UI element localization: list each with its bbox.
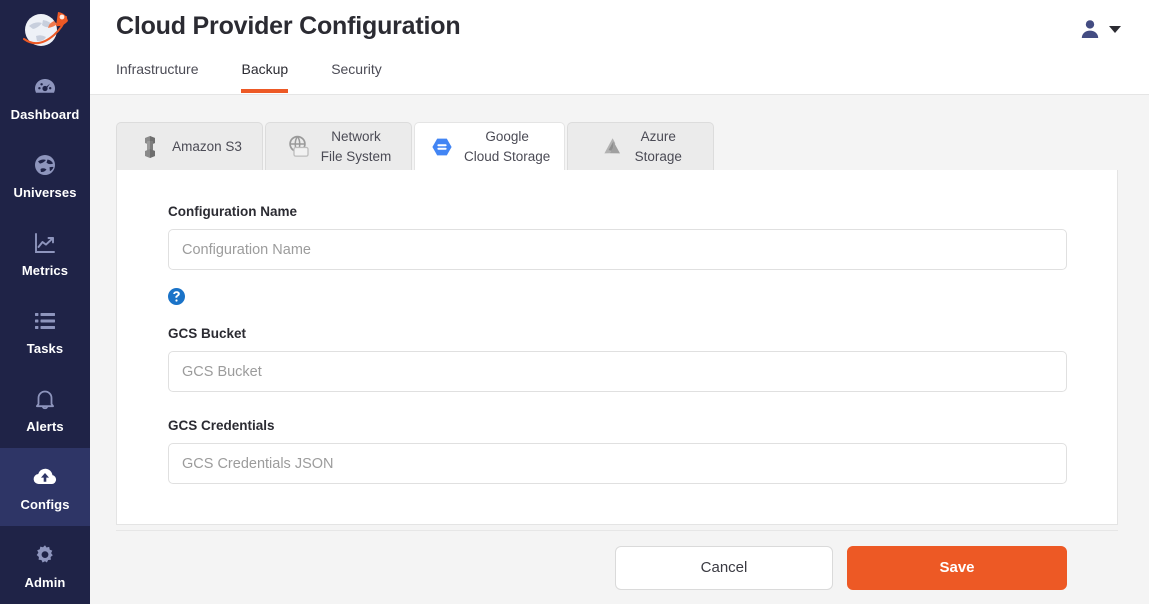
provider-tab-label: Azure Storage: [635, 127, 682, 166]
sidebar-item-label: Universes: [13, 186, 76, 199]
sidebar-item-configs[interactable]: Configs: [0, 448, 90, 526]
provider-tab-label: Network File System: [321, 127, 392, 166]
gcs-bucket-input[interactable]: [168, 351, 1067, 392]
field-gcs-bucket: GCS Bucket: [168, 326, 1066, 392]
chevron-down-icon: [1109, 26, 1121, 33]
configuration-name-input[interactable]: [168, 229, 1067, 270]
app-logo[interactable]: [0, 0, 90, 58]
bell-icon: [31, 385, 59, 413]
configuration-form-card: Configuration Name GCS: [116, 170, 1118, 525]
sidebar-item-universes[interactable]: Universes: [0, 136, 90, 214]
app-root: Dashboard Universes: [0, 0, 1149, 604]
tab-backup[interactable]: Backup: [241, 55, 288, 93]
cancel-button[interactable]: Cancel: [615, 546, 833, 590]
gcs-credentials-input[interactable]: [168, 443, 1067, 484]
list-icon: [31, 307, 59, 335]
provider-tab-network-file-system[interactable]: Network File System: [265, 122, 412, 171]
nfs-icon: [286, 134, 312, 160]
amazon-s3-icon: [137, 134, 163, 160]
sidebar-item-metrics[interactable]: Metrics: [0, 214, 90, 292]
config-panel: Amazon S3 Network: [116, 122, 1118, 525]
gcs-credentials-label: GCS Credentials: [168, 418, 1066, 433]
provider-tab-azure-storage[interactable]: Azure Storage: [567, 122, 714, 171]
sidebar-item-label: Admin: [25, 576, 66, 589]
sidebar-item-label: Tasks: [27, 342, 63, 355]
help-circle-icon[interactable]: [168, 288, 185, 305]
gcs-bucket-label: GCS Bucket: [168, 326, 1066, 341]
user-avatar-icon: [1079, 18, 1101, 40]
tab-security[interactable]: Security: [331, 55, 382, 93]
google-cloud-storage-icon: [429, 134, 455, 160]
tab-infrastructure[interactable]: Infrastructure: [116, 55, 198, 93]
gear-icon: [31, 541, 59, 569]
provider-tabs: Amazon S3 Network: [116, 122, 1118, 171]
page-title: Cloud Provider Configuration: [116, 12, 460, 41]
rocket-globe-logo-icon: [16, 6, 74, 52]
user-menu[interactable]: [1071, 10, 1129, 48]
dashboard-icon: [31, 73, 59, 101]
help-row: [168, 288, 1066, 305]
field-gcs-credentials: GCS Credentials: [168, 418, 1066, 484]
form-footer: Cancel Save: [116, 530, 1118, 604]
configuration-name-label: Configuration Name: [168, 204, 1066, 219]
provider-tab-label: Amazon S3: [172, 137, 242, 157]
sidebar-item-label: Alerts: [26, 420, 63, 433]
globe-icon: [31, 151, 59, 179]
primary-tabs: Infrastructure Backup Security: [116, 55, 425, 93]
provider-tab-google-cloud-storage[interactable]: Google Cloud Storage: [414, 122, 565, 171]
save-button[interactable]: Save: [847, 546, 1067, 590]
sidebar-item-alerts[interactable]: Alerts: [0, 370, 90, 448]
chart-line-icon: [31, 229, 59, 257]
sidebar-item-label: Configs: [20, 498, 69, 511]
provider-tab-label: Google Cloud Storage: [464, 127, 550, 166]
sidebar-item-admin[interactable]: Admin: [0, 526, 90, 604]
provider-tab-amazon-s3[interactable]: Amazon S3: [116, 122, 263, 171]
topbar: Cloud Provider Configuration Infrastruct…: [90, 0, 1149, 95]
cloud-upload-icon: [31, 463, 59, 491]
content-area: Amazon S3 Network: [90, 95, 1149, 530]
field-configuration-name: Configuration Name: [168, 204, 1066, 270]
sidebar-item-tasks[interactable]: Tasks: [0, 292, 90, 370]
sidebar-item-label: Metrics: [22, 264, 68, 277]
main-area: Cloud Provider Configuration Infrastruct…: [90, 0, 1149, 604]
sidebar-item-dashboard[interactable]: Dashboard: [0, 58, 90, 136]
azure-storage-icon: [600, 134, 626, 160]
sidebar: Dashboard Universes: [0, 0, 90, 604]
sidebar-item-label: Dashboard: [11, 108, 80, 121]
